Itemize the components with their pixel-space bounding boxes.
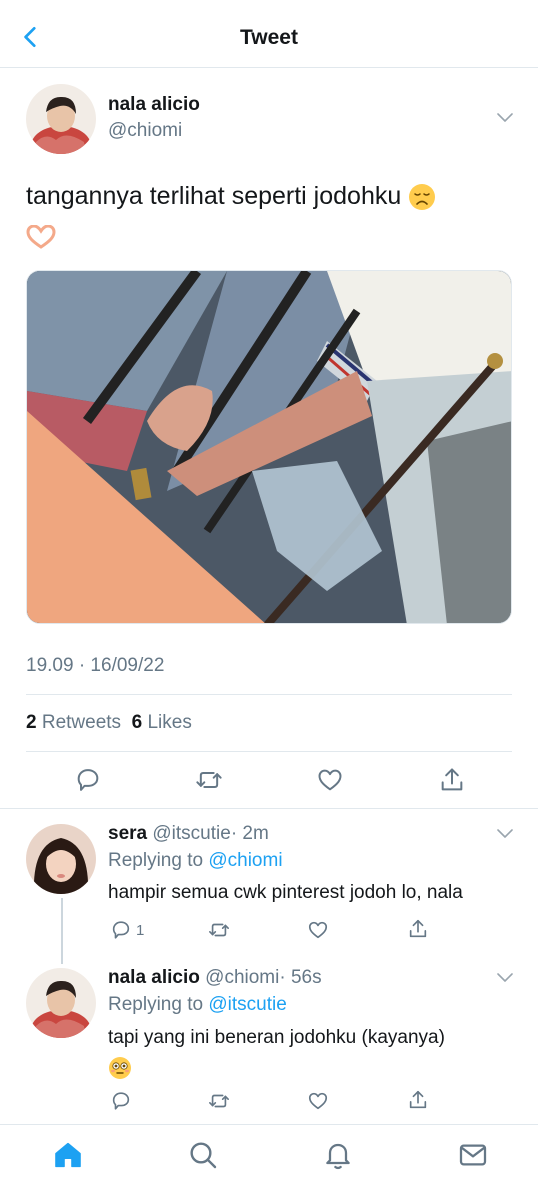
likes-label: Likes	[147, 712, 192, 733]
like-button[interactable]	[307, 1090, 329, 1112]
reply-header: sera @itscutie· 2m	[108, 823, 269, 845]
reply-button[interactable]	[110, 919, 132, 941]
page-title: Tweet	[240, 26, 298, 49]
search-icon	[190, 1142, 217, 1169]
flushed-face-icon	[109, 1056, 131, 1079]
tab-search[interactable]	[187, 1139, 219, 1171]
tweet-text-body: tangannya terlihat seperti jodohku	[26, 182, 402, 210]
retweets-stat[interactable]: 2 Retweets	[26, 712, 121, 733]
replying-prefix: Replying to	[108, 994, 204, 1015]
heart-hands-icon	[26, 225, 56, 250]
tab-bar	[0, 1124, 538, 1200]
chevron-down-icon[interactable]	[496, 972, 514, 984]
reply-text-body: tapi yang ini beneran jodohku (kayanya)	[108, 1027, 445, 1048]
speech-bubble-icon	[77, 769, 99, 791]
bell-icon	[326, 1143, 350, 1170]
chevron-down-icon[interactable]	[496, 112, 514, 124]
reply-time: · 2m	[230, 823, 269, 844]
reply-author-name[interactable]: nala alicio	[108, 967, 200, 988]
tweet-timestamp: 19.09 · 16/09/22	[26, 655, 165, 676]
share-icon	[409, 919, 427, 938]
reply-author-handle[interactable]: @chiomi	[205, 967, 279, 988]
retweet-button[interactable]	[208, 1090, 230, 1112]
like-button[interactable]	[316, 766, 344, 794]
divider	[26, 751, 512, 752]
reply-header: nala alicio @chiomi· 56s	[108, 967, 322, 989]
reply-text: tapi yang ini beneran jodohku (kayanya)	[108, 1023, 508, 1083]
top-bar: Tweet	[0, 0, 538, 68]
mention-link[interactable]: @chiomi	[208, 850, 282, 871]
share-button[interactable]	[407, 918, 429, 940]
heart-icon	[318, 769, 342, 791]
home-icon	[55, 1142, 81, 1168]
reply-text: hampir semua cwk pinterest jodoh lo, nal…	[108, 882, 463, 903]
retweets-count: 2	[26, 712, 37, 733]
likes-count: 6	[131, 712, 143, 733]
reply-author-handle[interactable]: @itscutie	[152, 823, 230, 844]
reply-button[interactable]	[110, 1090, 132, 1112]
author-handle[interactable]: @chiomi	[108, 120, 182, 142]
tweet-stats: 2 Retweets 6 Likes	[26, 712, 192, 734]
tweet-image[interactable]	[26, 270, 512, 624]
share-button[interactable]	[438, 766, 466, 794]
chevron-down-icon[interactable]	[496, 828, 514, 840]
heart-icon	[308, 1092, 328, 1110]
reply-time: · 56s	[279, 967, 322, 988]
likes-stat[interactable]: 6 Likes	[132, 712, 192, 733]
retweet-icon	[196, 772, 222, 788]
reply-button[interactable]	[74, 766, 102, 794]
disappointed-face-icon	[409, 184, 436, 211]
divider	[26, 694, 512, 695]
retweet-icon	[209, 923, 229, 937]
replying-prefix: Replying to	[108, 850, 204, 871]
mail-icon	[459, 1144, 487, 1166]
author-name[interactable]: nala alicio	[108, 94, 200, 116]
retweet-icon	[209, 1094, 229, 1108]
avatar[interactable]	[26, 824, 96, 894]
tab-notifications[interactable]	[322, 1139, 354, 1171]
reply-author-name[interactable]: sera	[108, 823, 147, 844]
thread-line	[61, 898, 63, 964]
speech-bubble-icon	[112, 921, 130, 939]
mention-link[interactable]: @itscutie	[208, 994, 286, 1015]
reply-count: 1	[136, 922, 145, 939]
retweet-button[interactable]	[195, 766, 223, 794]
like-button[interactable]	[307, 919, 329, 941]
retweets-label: Retweets	[41, 712, 122, 733]
tab-messages[interactable]	[457, 1139, 489, 1171]
divider	[0, 808, 538, 809]
speech-bubble-icon	[112, 1092, 130, 1110]
heart-icon	[308, 921, 328, 939]
retweet-button[interactable]	[208, 919, 230, 941]
replying-to: Replying to @chiomi	[108, 850, 283, 872]
replying-to: Replying to @itscutie	[108, 994, 287, 1016]
share-icon	[409, 1090, 427, 1109]
avatar[interactable]	[26, 968, 96, 1038]
share-button[interactable]	[407, 1089, 429, 1111]
tab-home[interactable]	[52, 1139, 84, 1171]
tweet-text: tangannya terlihat seperti jodohku	[26, 176, 516, 256]
avatar[interactable]	[26, 84, 96, 154]
share-icon	[441, 768, 463, 791]
